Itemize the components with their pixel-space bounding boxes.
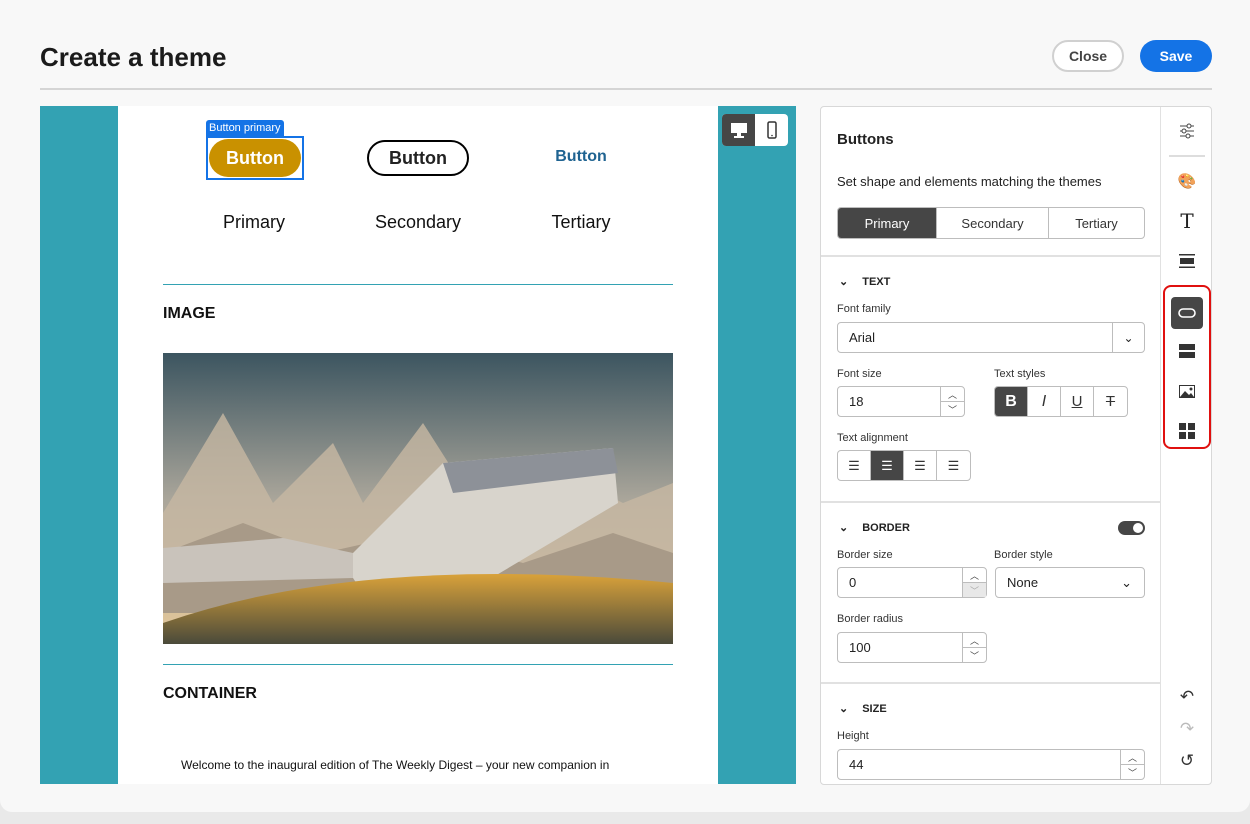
decrement-icon[interactable]: ﹀ — [963, 648, 986, 662]
text-styles-group: B I U T — [994, 386, 1128, 417]
primary-caption: Primary — [223, 212, 285, 232]
font-size-stepper[interactable]: 18 ︿ ﹀ — [837, 386, 965, 417]
chevron-down-icon: ⌄ — [839, 522, 849, 534]
align-right-icon[interactable]: ☰ — [904, 451, 937, 480]
redo-icon: ↷ — [1179, 719, 1195, 738]
border-size-stepper[interactable]: 0 ︿ ﹀ — [837, 567, 987, 598]
align-justify-icon[interactable]: ☰ — [937, 451, 970, 480]
increment-icon[interactable]: ︿ — [941, 387, 964, 402]
align-center-icon[interactable]: ☰ — [871, 451, 904, 480]
tertiary-button-preview[interactable]: Button — [531, 148, 631, 166]
decrement-icon[interactable]: ﹀ — [941, 402, 964, 416]
border-size-value: 0 — [849, 575, 857, 590]
section-divider — [163, 284, 673, 285]
height-label: Height — [837, 730, 869, 742]
primary-button-preview[interactable]: Button — [209, 139, 301, 177]
increment-icon[interactable]: ︿ — [1121, 750, 1144, 765]
device-toggle — [722, 114, 788, 146]
reset-icon[interactable]: ↺ — [1171, 747, 1203, 775]
properties-panel: Buttons Set shape and elements matching … — [820, 106, 1212, 785]
text-icon[interactable]: T — [1171, 207, 1203, 235]
text-styles-label: Text styles — [994, 368, 1046, 380]
tab-tertiary[interactable]: Tertiary — [1049, 208, 1144, 238]
font-family-label: Font family — [837, 303, 891, 315]
structure-icon[interactable] — [1171, 337, 1203, 365]
desktop-icon[interactable] — [722, 114, 755, 146]
text-section-header[interactable]: ⌄ TEXT — [839, 275, 891, 289]
secondary-caption: Secondary — [374, 212, 462, 232]
align-left-icon[interactable]: ☰ — [838, 451, 871, 480]
grid-icon[interactable] — [1171, 417, 1203, 445]
close-button[interactable]: Close — [1052, 40, 1124, 72]
undo-icon[interactable]: ↶ — [1171, 683, 1203, 711]
email-preview: Button primary Button Button Button Prim… — [118, 106, 718, 784]
text-heading: TEXT — [862, 275, 891, 288]
size-heading: SIZE — [862, 702, 887, 715]
save-button[interactable]: Save — [1140, 40, 1212, 72]
container-heading: CONTAINER — [163, 685, 257, 702]
increment-icon[interactable]: ︿ — [963, 633, 986, 648]
tertiary-caption: Tertiary — [551, 212, 611, 232]
decrement-icon[interactable]: ﹀ — [1121, 765, 1144, 779]
text-section: ⌄ TEXT Font family Arial ⌄ Font size 18 ︿ ﹀ … — [821, 255, 1161, 503]
settings-sliders-icon[interactable] — [1171, 117, 1203, 145]
border-toggle[interactable] — [1118, 521, 1145, 535]
decrement-icon: ﹀ — [963, 583, 986, 597]
architecture-image[interactable] — [163, 353, 673, 644]
border-section-header[interactable]: ⌄ BORDER — [839, 521, 910, 535]
border-size-label: Border size — [837, 549, 893, 561]
chevron-down-icon: ⌄ — [1121, 574, 1132, 590]
border-style-select[interactable]: None ⌄ — [995, 567, 1145, 598]
section-divider — [163, 664, 673, 665]
palette-icon[interactable]: 🎨 — [1171, 167, 1203, 195]
panel-title: Buttons — [837, 131, 894, 148]
header-divider — [40, 88, 1212, 90]
strikethrough-button[interactable]: T — [1094, 387, 1127, 416]
divider-block-icon[interactable] — [1171, 247, 1203, 275]
chevron-down-icon: ⌄ — [839, 703, 849, 715]
tab-primary[interactable]: Primary — [838, 208, 937, 238]
button-type-tabs: Primary Secondary Tertiary — [837, 207, 1145, 239]
border-style-label: Border style — [994, 549, 1053, 561]
selection-tag: Button primary — [206, 120, 284, 136]
text-alignment-label: Text alignment — [837, 432, 908, 444]
border-section: ⌄ BORDER Border size 0 ︿ ﹀ Border style Non… — [821, 501, 1161, 683]
mobile-icon[interactable] — [755, 114, 788, 146]
preview-canvas: Button primary Button Button Button Prim… — [40, 106, 796, 784]
size-section-header[interactable]: ⌄ SIZE — [839, 702, 887, 716]
panel-description: Set shape and elements matching the them… — [837, 174, 1102, 189]
italic-button[interactable]: I — [1028, 387, 1061, 416]
border-style-value: None — [1007, 575, 1039, 590]
image-icon[interactable] — [1171, 377, 1203, 405]
text-alignment-group: ☰ ☰ ☰ ☰ — [837, 450, 971, 481]
increment-icon[interactable]: ︿ — [963, 568, 986, 583]
font-family-select[interactable]: Arial ⌄ — [837, 322, 1145, 353]
border-radius-stepper[interactable]: 100 ︿ ﹀ — [837, 632, 987, 663]
font-size-label: Font size — [837, 368, 882, 380]
size-section: ⌄ SIZE Height 44 ︿ ﹀ — [821, 682, 1161, 784]
body-text: Welcome to the inaugural edition of The … — [181, 758, 610, 772]
secondary-button-preview[interactable]: Button — [367, 140, 469, 176]
create-theme-modal: Create a theme Close Save Button primary… — [0, 0, 1250, 812]
chevron-down-icon[interactable]: ⌄ — [1112, 323, 1144, 352]
underline-button[interactable]: U — [1061, 387, 1094, 416]
chevron-down-icon: ⌄ — [839, 276, 849, 288]
page-title: Create a theme — [40, 42, 227, 72]
height-stepper[interactable]: 44 ︿ ﹀ — [837, 749, 1145, 780]
height-value: 44 — [849, 757, 864, 772]
font-family-value: Arial — [849, 330, 876, 345]
image-heading: IMAGE — [163, 305, 216, 322]
border-radius-value: 100 — [849, 640, 871, 655]
border-radius-label: Border radius — [837, 613, 904, 625]
button-icon[interactable] — [1171, 297, 1203, 329]
tool-rail: 🎨 T ↶ ↷ ↺ — [1161, 107, 1211, 784]
bold-button[interactable]: B — [995, 387, 1028, 416]
tab-secondary[interactable]: Secondary — [937, 208, 1049, 238]
font-size-value: 18 — [849, 394, 864, 409]
border-heading: BORDER — [862, 521, 910, 534]
rail-divider — [1169, 155, 1205, 157]
